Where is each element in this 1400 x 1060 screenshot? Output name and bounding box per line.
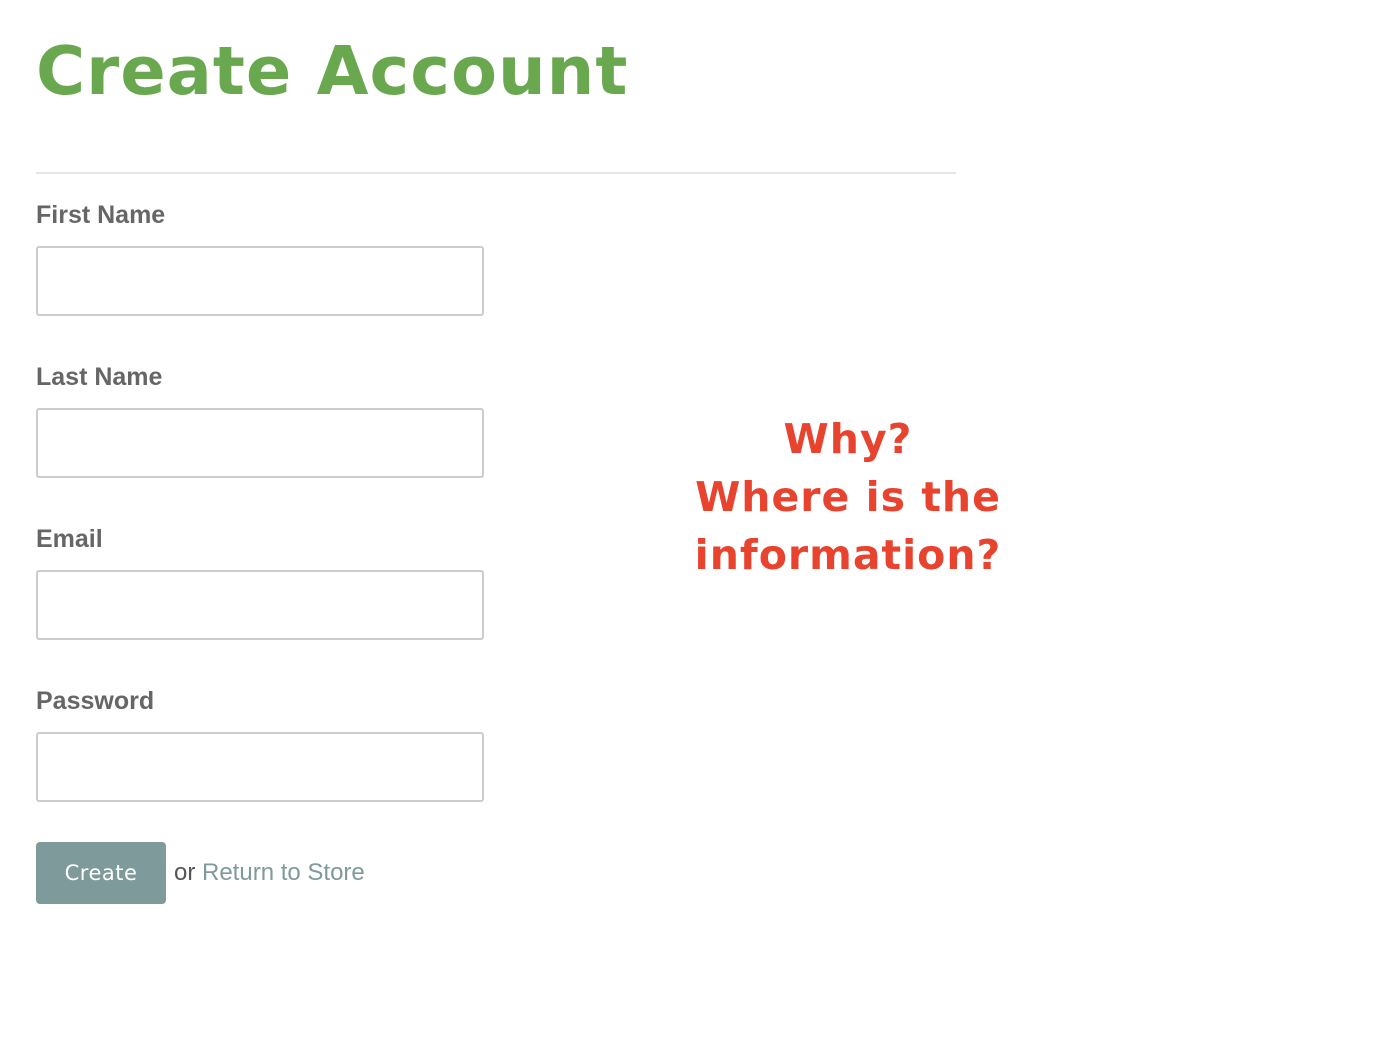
- last-name-input[interactable]: [36, 408, 484, 478]
- annotation-line: information?: [694, 531, 1002, 579]
- annotation-line: Why?: [783, 415, 913, 463]
- divider: [36, 172, 956, 174]
- email-input[interactable]: [36, 570, 484, 640]
- or-text: or: [174, 859, 196, 886]
- first-name-label: First Name: [36, 201, 166, 229]
- annotation-line: Where is the: [695, 473, 1001, 521]
- first-name-input[interactable]: [36, 246, 484, 316]
- last-name-label: Last Name: [36, 363, 163, 391]
- email-label: Email: [36, 525, 103, 553]
- page-title: Create Account: [36, 32, 629, 110]
- annotation-note: Why? Where is the information?: [690, 410, 1006, 584]
- return-to-store-link[interactable]: Return to Store: [202, 858, 365, 888]
- create-button[interactable]: Create: [36, 842, 166, 904]
- password-label: Password: [36, 687, 155, 715]
- password-input[interactable]: [36, 732, 484, 802]
